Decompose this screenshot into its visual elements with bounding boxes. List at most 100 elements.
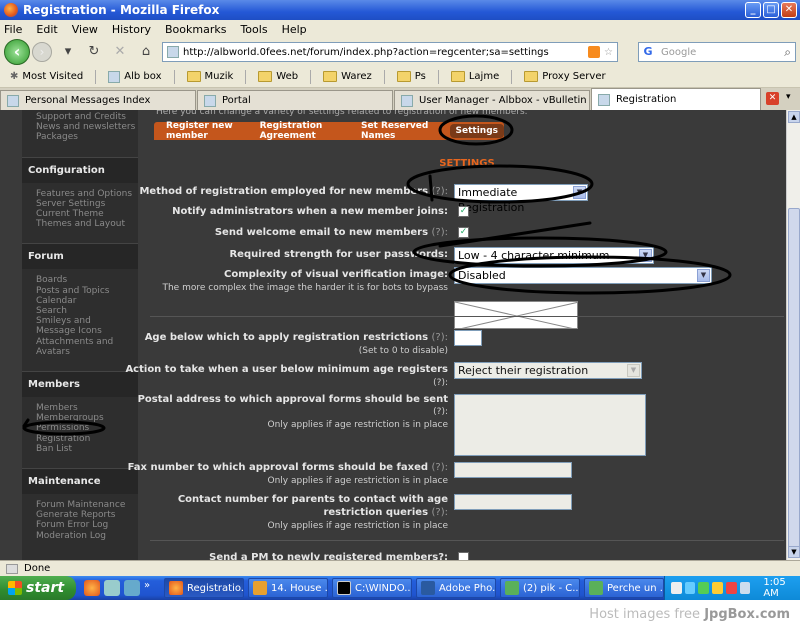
help-link[interactable]: (?): [432,507,448,518]
tray-icon[interactable] [671,582,682,594]
sidebar-link[interactable]: Membergroups [36,413,138,423]
back-button[interactable]: ‹ [4,39,30,65]
forward-button[interactable]: › [32,42,52,62]
sidebar-link[interactable]: Themes and Layout [36,219,138,229]
home-icon[interactable]: ⌂ [136,42,156,62]
help-link[interactable]: (?): [433,378,448,388]
taskbar-item-cmd[interactable]: C:\WINDO... [332,578,412,598]
sidebar-link[interactable]: News and newsletters [36,122,138,132]
scroll-up-icon[interactable]: ▲ [788,111,800,123]
bookmark-lajme[interactable]: Lajme [450,71,499,82]
sidebar-link[interactable]: Smileys and Message Icons [36,316,132,336]
clock[interactable]: 1:05 AM [763,577,800,599]
tab-personal-messages[interactable]: Personal Messages Index [0,90,196,110]
history-dropdown-icon[interactable]: ▾ [58,42,78,62]
reload-icon[interactable]: ↻ [84,42,104,62]
bookmark-muzik[interactable]: Muzik [186,71,233,82]
vertical-scrollbar[interactable]: ▲ ▼ [786,110,800,560]
sidebar-link-registration[interactable]: Registration [36,434,138,444]
scroll-down-icon[interactable]: ▼ [788,546,800,558]
postal-address-textarea[interactable] [454,394,646,456]
network-icon[interactable] [104,580,120,596]
google-engine-icon[interactable]: G [641,45,655,59]
tab-user-manager[interactable]: User Manager - Albbox - vBulletin Panel.… [394,90,590,110]
parent-contact-input[interactable] [454,494,572,510]
sidebar-link[interactable]: Search [36,306,132,316]
send-pm-checkbox[interactable] [458,552,469,560]
bookmark-alb-box[interactable]: Alb box [108,70,162,83]
scrollbar-thumb[interactable] [788,208,800,548]
welcome-email-checkbox[interactable]: ✓ [458,227,469,238]
sidebar-link[interactable]: Members [36,403,138,413]
sidebar-link[interactable]: Posts and Topics [36,286,132,296]
help-link[interactable]: (?): [432,462,448,473]
underage-action-select[interactable]: Reject their registration ▼ [454,362,642,379]
age-input[interactable] [454,330,482,346]
tab-registration[interactable]: Registration [591,88,761,110]
subtab-register-new-member[interactable]: Register new member [166,121,250,141]
sidebar-link[interactable]: Packages [36,132,138,142]
tray-icon[interactable] [725,582,737,594]
sidebar-link[interactable]: Forum Error Log [36,520,138,530]
start-button[interactable]: start [0,576,76,600]
sidebar-link[interactable]: Attachments and Avatars [36,337,118,357]
taskbar-item-registration[interactable]: Registratio... [164,578,244,598]
search-icon[interactable]: ⌕ [784,45,791,60]
sidebar-link[interactable]: Forum Maintenance [36,500,138,510]
menu-edit[interactable]: Edit [36,23,57,36]
menu-bookmarks[interactable]: Bookmarks [165,23,226,36]
tray-icon[interactable] [684,582,696,594]
subtab-set-reserved-names[interactable]: Set Reserved Names [361,121,440,141]
sidebar-link[interactable]: Boards [36,275,132,285]
firefox-icon[interactable] [84,580,100,596]
notify-admin-checkbox[interactable]: ✓ [458,206,469,217]
rss-feed-icon[interactable] [588,46,601,58]
bookmark-warez[interactable]: Warez [323,71,372,82]
menu-history[interactable]: History [112,23,151,36]
sidebar-link[interactable]: Calendar [36,296,132,306]
subtab-settings[interactable]: Settings [449,124,504,138]
registration-method-select[interactable]: Immediate Registration ▼ [454,184,588,214]
address-url[interactable]: http://albworld.0fees.net/forum/index.ph… [183,47,588,58]
stop-icon[interactable]: ✕ [110,42,130,62]
bookmark-most-visited[interactable]: ✱ Most Visited [10,71,83,82]
tray-icon[interactable] [698,582,710,594]
sidebar-link[interactable]: Permissions [36,423,138,433]
search-input[interactable]: Google [657,47,784,58]
sidebar-link[interactable]: Support and Credits [36,112,138,122]
menu-view[interactable]: View [72,23,98,36]
bookmark-proxy-server[interactable]: Proxy Server [524,71,606,82]
help-link[interactable]: (?): [432,186,448,197]
help-link[interactable]: (?): [432,332,448,343]
menu-help[interactable]: Help [282,23,307,36]
chevron-right-icon[interactable]: » [144,580,160,596]
close-tab-icon[interactable]: ✕ [766,92,779,105]
bookmark-web[interactable]: Web [258,71,298,82]
taskbar-item-house[interactable]: 14. House ... [248,578,328,598]
tab-portal[interactable]: Portal [197,90,393,110]
taskbar-item-chat-perche[interactable]: Perche un ... [584,578,664,598]
sidebar-link[interactable]: Features and Options [36,189,138,199]
volume-icon[interactable] [739,582,751,594]
desktop-icon[interactable] [124,580,140,596]
tab-list-icon[interactable]: ▾ [786,92,791,102]
fax-number-input[interactable] [454,462,572,478]
close-window-button[interactable]: ✕ [781,2,797,18]
taskbar-item-chat-pik[interactable]: (2) pik - C... [500,578,580,598]
address-bar[interactable]: http://albworld.0fees.net/forum/index.ph… [162,42,618,62]
menu-file[interactable]: File [4,23,22,36]
bookmark-star-icon[interactable]: ☆ [604,47,613,58]
password-strength-select[interactable]: Low - 4 character minimum ▼ [454,247,654,264]
menu-tools[interactable]: Tools [240,23,267,36]
captcha-complexity-select[interactable]: Disabled ▼ [454,267,712,284]
tray-icon[interactable] [712,582,723,594]
subtab-registration-agreement[interactable]: Registration Agreement [260,121,351,141]
search-box[interactable]: G Google ⌕ [638,42,796,62]
sidebar-link[interactable]: Moderation Log [36,531,138,541]
taskbar-item-photoshop[interactable]: Adobe Pho... [416,578,496,598]
minimize-button[interactable]: _ [745,2,761,18]
sidebar-link[interactable]: Generate Reports [36,510,138,520]
help-link[interactable]: (?): [432,227,448,238]
sidebar-link[interactable]: Server Settings [36,199,138,209]
help-link[interactable]: (?): [433,407,448,417]
